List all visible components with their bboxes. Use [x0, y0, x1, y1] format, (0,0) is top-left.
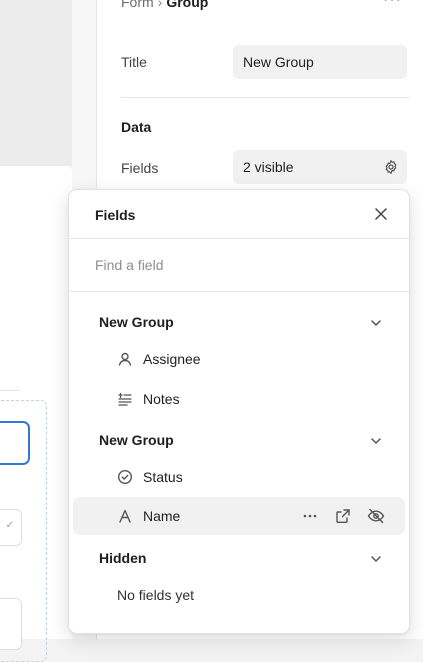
selected-field-outline[interactable] — [0, 421, 30, 465]
divider — [121, 97, 409, 98]
long-text-icon — [118, 392, 132, 406]
group-name: New Group — [99, 314, 174, 330]
fields-visibility-button[interactable]: 2 visible — [233, 150, 407, 184]
more-horizontal-icon[interactable] — [301, 507, 319, 525]
group-header-hidden[interactable]: Hidden — [69, 540, 409, 576]
group-name: Hidden — [99, 550, 147, 566]
field-search-input[interactable] — [95, 252, 375, 278]
popover-title: Fields — [95, 207, 136, 223]
fields-popover: Fields New Group Assignee Notes New Grou… — [68, 189, 410, 634]
section-title-data: Data — [121, 119, 152, 135]
status-check-icon — [117, 469, 133, 485]
canvas-field-notes[interactable] — [0, 598, 22, 650]
open-external-icon[interactable] — [334, 507, 352, 525]
close-icon[interactable] — [373, 206, 389, 222]
canvas-divider — [0, 390, 20, 391]
group-header[interactable]: New Group — [69, 304, 409, 340]
text-field-icon — [119, 509, 131, 523]
chevron-down-icon[interactable] — [369, 434, 383, 448]
field-row-notes[interactable]: Notes — [73, 380, 405, 418]
group-name: New Group — [99, 432, 174, 448]
more-horizontal-icon[interactable]: ··· — [383, 0, 402, 9]
canvas-card-top — [0, 0, 72, 166]
breadcrumb-parent[interactable]: Form — [121, 0, 154, 10]
title-label: Title — [121, 54, 147, 70]
person-icon — [118, 352, 132, 366]
eye-off-icon[interactable] — [367, 507, 385, 525]
field-search — [69, 239, 409, 292]
popover-header: Fields — [69, 190, 409, 239]
chevron-down-icon[interactable] — [369, 316, 383, 330]
breadcrumb-current: Group — [166, 0, 209, 10]
breadcrumb-separator: › — [157, 0, 163, 10]
group-header[interactable]: New Group — [69, 422, 409, 458]
fields-value: 2 visible — [243, 159, 294, 175]
title-input[interactable]: New Group — [233, 45, 407, 79]
canvas-field-status[interactable]: ✓ — [0, 509, 22, 546]
breadcrumb: Form › Group — [121, 0, 208, 10]
field-label: Notes — [143, 391, 180, 407]
field-label: Assignee — [143, 351, 201, 367]
chevron-down-icon[interactable] — [369, 552, 383, 566]
gear-icon[interactable] — [383, 159, 399, 175]
check-icon: ✓ — [5, 520, 14, 531]
field-row-status[interactable]: Status — [73, 458, 405, 496]
field-row-name[interactable]: Name — [73, 497, 405, 535]
field-label: Name — [143, 508, 181, 524]
field-row-assignee[interactable]: Assignee — [73, 340, 405, 378]
field-label: Status — [143, 469, 183, 485]
fields-label: Fields — [121, 160, 159, 176]
empty-state-text: No fields yet — [117, 587, 195, 603]
